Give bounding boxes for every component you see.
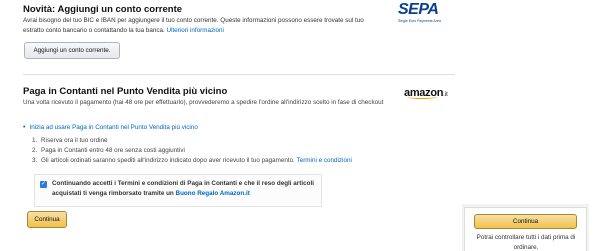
list-item: 3. Gli articoli ordinati saranno spediti … bbox=[32, 156, 352, 166]
list-item: 1. Riserva ora il tuo ordine bbox=[32, 136, 352, 146]
side-continue-button[interactable]: Continua bbox=[474, 214, 577, 229]
step-number: 1. bbox=[32, 137, 38, 144]
cash-payment-title: Paga in Contanti nel Punto Vendita più v… bbox=[23, 86, 228, 97]
continue-button[interactable]: Continua bbox=[27, 211, 67, 228]
start-cash-payment-row: • Inizia ad usare Paga in Contanti nel P… bbox=[23, 124, 198, 131]
step-text: Gli articoli ordinati saranno spediti al… bbox=[41, 157, 295, 164]
list-item: 2. Paga in Contanti entro 48 ore senza co… bbox=[32, 146, 352, 156]
sepa-section-title: Novità: Aggiungi un conto corrente bbox=[23, 4, 183, 15]
bullet-icon: • bbox=[23, 124, 26, 131]
step-text: Riserva ora il tuo ordine bbox=[41, 137, 108, 144]
sepa-logo-text: SEPA bbox=[398, 1, 439, 18]
side-panel-note: Potrai controllare tutti i dati prima di… bbox=[476, 234, 576, 251]
step-number: 3. bbox=[32, 157, 38, 164]
step-text: Paga in Contanti entro 48 ore senza cost… bbox=[41, 147, 185, 154]
terms-link[interactable]: Termini e condizioni bbox=[297, 157, 352, 164]
checkmark-icon: ✓ bbox=[40, 181, 47, 187]
amazon-smile-icon bbox=[407, 95, 437, 99]
sepa-logo-subtext: Single Euro Payments Area bbox=[398, 19, 441, 23]
sepa-logo: SEPA Single Euro Payments Area bbox=[398, 2, 454, 26]
add-bank-account-button[interactable]: Aggiungi un conto corrente. bbox=[24, 42, 120, 59]
consent-label: Continuando accetti i Termini e condizio… bbox=[52, 179, 316, 199]
sepa-description: Avrai bisogno del tuo BIC e IBAN per agg… bbox=[23, 16, 383, 35]
amazon-logo-suffix: .it bbox=[443, 92, 448, 98]
step-number: 2. bbox=[32, 147, 38, 154]
section-divider bbox=[23, 74, 455, 75]
more-info-link[interactable]: Ulteriori informazioni bbox=[167, 27, 224, 34]
gift-card-link[interactable]: Buono Regalo Amazon.it bbox=[176, 190, 250, 197]
steps-list: 1. Riserva ora il tuo ordine 2. Paga in Co… bbox=[32, 136, 352, 166]
consent-checkbox[interactable]: ✓ bbox=[40, 181, 47, 188]
amazon-logo: amazon.it bbox=[404, 83, 454, 99]
start-cash-payment-link[interactable]: Inizia ad usare Paga in Contanti nel Pun… bbox=[29, 124, 197, 131]
cash-payment-description: Una volta ricevuto il pagamento (hai 48 … bbox=[23, 99, 384, 106]
